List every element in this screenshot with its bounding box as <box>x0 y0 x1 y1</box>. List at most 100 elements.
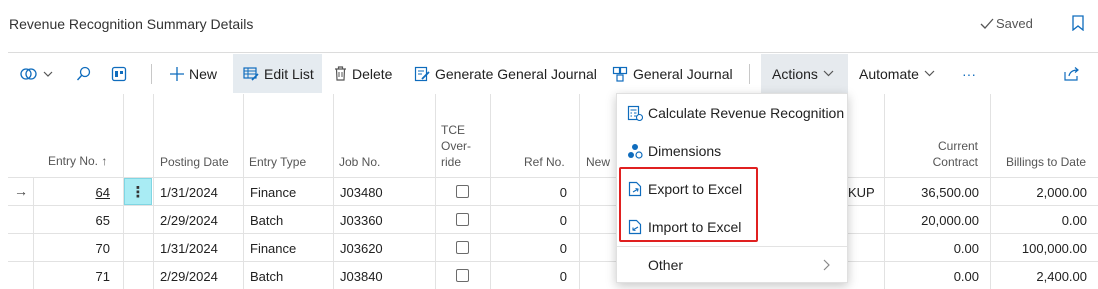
column-header-entry-type[interactable]: Entry Type <box>249 155 306 169</box>
posting-date-cell[interactable]: 1/31/2024 <box>160 241 218 256</box>
generate-journal-icon <box>414 66 430 81</box>
general-journal-icon <box>612 66 628 82</box>
billings-to-date-cell[interactable]: 2,000.00 <box>996 185 1087 200</box>
menu-item-calculate-revenue-recognition[interactable]: Calculate Revenue Recognition <box>617 96 847 130</box>
filter-view-icon <box>20 67 37 80</box>
current-contract-cell[interactable]: 0.00 <box>890 269 979 284</box>
current-row-indicator: → <box>14 183 28 199</box>
delete-button[interactable]: Delete <box>334 54 392 93</box>
header-divider <box>8 52 1098 53</box>
job-no-cell[interactable]: J03360 <box>340 213 383 228</box>
column-divider <box>490 94 491 289</box>
actions-label: Actions <box>772 65 818 82</box>
entry-no-link[interactable]: 64 <box>40 185 110 200</box>
entry-type-cell[interactable]: Batch <box>250 269 283 284</box>
billings-to-date-cell[interactable]: 100,000.00 <box>996 241 1087 256</box>
column-divider <box>243 94 244 289</box>
general-journal-button[interactable]: General Journal <box>612 54 733 93</box>
search-button[interactable] <box>76 54 92 93</box>
layout-icon <box>111 66 127 81</box>
column-header-ref-no[interactable]: Ref No. <box>524 155 565 169</box>
billings-to-date-cell[interactable]: 2,400.00 <box>996 269 1087 284</box>
calculate-icon <box>627 105 643 121</box>
automate-menu-button[interactable]: Automate <box>859 54 935 93</box>
row-divider <box>8 261 1098 262</box>
chevron-down-icon <box>924 70 935 77</box>
column-divider <box>579 94 580 289</box>
entry-type-cell[interactable]: Batch <box>250 213 283 228</box>
plus-icon <box>170 66 184 81</box>
general-journal-label: General Journal <box>633 65 733 82</box>
posting-date-cell[interactable]: 2/29/2024 <box>160 269 218 284</box>
entry-type-cell[interactable]: Finance <box>250 185 296 200</box>
header-row-divider <box>8 177 1098 178</box>
filter-view-button[interactable] <box>20 54 53 93</box>
search-icon <box>76 66 91 80</box>
automate-label: Automate <box>859 65 919 82</box>
entry-type-cell[interactable]: Finance <box>250 241 296 256</box>
edit-list-icon <box>243 66 259 81</box>
column-divider <box>990 94 991 289</box>
column-header-tce-override[interactable]: TCE Over- ride <box>441 123 481 169</box>
current-contract-cell[interactable]: 20,000.00 <box>890 213 979 228</box>
new-button[interactable]: New <box>170 54 217 93</box>
share-button[interactable] <box>1064 54 1080 93</box>
menu-item-dimensions[interactable]: Dimensions <box>617 134 847 168</box>
current-contract-cell[interactable]: 0.00 <box>890 241 979 256</box>
column-header-job-no[interactable]: Job No. <box>339 155 380 169</box>
action-bar: New Edit List Delete Generate General Jo… <box>0 54 1098 93</box>
column-header-entry-no[interactable]: Entry No. ↑ <box>48 154 107 168</box>
entry-no-header-label: Entry No. <box>48 154 99 168</box>
dimensions-icon <box>628 144 643 159</box>
new-label: New <box>189 65 218 82</box>
edit-list-button[interactable]: Edit List <box>233 54 322 93</box>
tce-override-checkbox[interactable] <box>456 269 469 282</box>
ref-no-cell[interactable]: 0 <box>500 185 567 200</box>
menu-item-other[interactable]: Other <box>617 248 847 282</box>
column-header-new[interactable]: New <box>586 155 610 169</box>
menu-item-label: Calculate Revenue Recognition <box>648 105 845 121</box>
tce-override-checkbox[interactable] <box>456 241 469 254</box>
posting-date-cell[interactable]: 1/31/2024 <box>160 185 218 200</box>
row-divider <box>8 233 1098 234</box>
billings-to-date-cell[interactable]: 0.00 <box>996 213 1087 228</box>
posting-date-cell[interactable]: 2/29/2024 <box>160 213 218 228</box>
chevron-down-icon <box>43 71 53 77</box>
generate-general-journal-button[interactable]: Generate General Journal <box>414 54 597 93</box>
saved-status: Saved <box>980 16 1033 31</box>
ref-no-cell[interactable]: 0 <box>500 241 567 256</box>
saved-label: Saved <box>996 16 1033 31</box>
toolbar-separator <box>151 64 152 84</box>
tce-override-checkbox[interactable] <box>456 213 469 226</box>
current-contract-cell[interactable]: 36,500.00 <box>890 185 979 200</box>
current-contract-header-line: Current <box>937 139 978 153</box>
actions-menu-button[interactable]: Actions <box>761 54 848 93</box>
toolbar-separator <box>749 64 750 84</box>
tce-override-checkbox[interactable] <box>456 185 469 198</box>
column-header-posting-date[interactable]: Posting Date <box>160 155 229 169</box>
row-actions-button[interactable]: ⋮ <box>124 178 152 205</box>
entry-no-cell[interactable]: 65 <box>40 213 110 228</box>
column-divider <box>435 94 436 289</box>
current-contract-header-line: Contract <box>932 155 978 169</box>
ref-no-cell[interactable]: 0 <box>500 213 567 228</box>
job-no-cell[interactable]: J03480 <box>340 185 383 200</box>
entry-no-cell[interactable]: 71 <box>40 269 110 284</box>
tce-header-line: TCE <box>441 123 465 137</box>
job-no-cell[interactable]: J03620 <box>340 241 383 256</box>
column-header-billings-to-date[interactable]: Billings to Date <box>996 155 1086 169</box>
ref-no-cell[interactable]: 0 <box>500 269 567 284</box>
column-divider <box>333 94 334 289</box>
entry-no-cell[interactable]: 70 <box>40 241 110 256</box>
trash-icon <box>335 66 346 81</box>
job-no-cell[interactable]: J03840 <box>340 269 383 284</box>
layout-button[interactable] <box>111 54 127 93</box>
generate-journal-label: Generate General Journal <box>435 65 597 82</box>
bookmark-icon[interactable] <box>1072 15 1084 31</box>
row-divider <box>8 205 1098 206</box>
menu-separator <box>617 246 847 247</box>
more-options-button[interactable]: ··· <box>962 54 976 93</box>
column-header-current-contract[interactable]: Current Contract <box>890 139 978 169</box>
more-label: ··· <box>962 65 976 82</box>
edit-list-label: Edit List <box>264 65 314 82</box>
